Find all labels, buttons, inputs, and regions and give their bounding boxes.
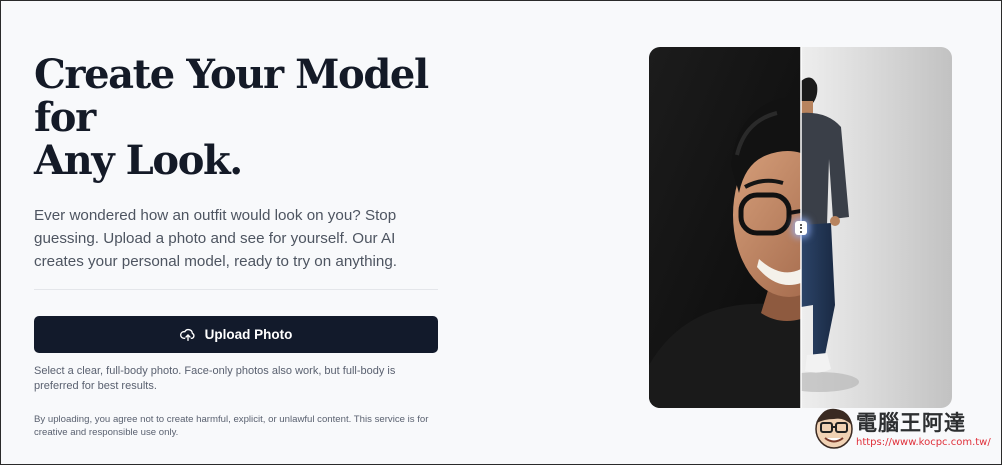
terms-notice: By uploading, you agree not to create ha…: [34, 414, 429, 438]
divider: [34, 289, 438, 290]
cloud-upload-icon: [179, 328, 196, 342]
mascot-logo-icon: [815, 408, 853, 449]
upload-hint: Select a clear, full-body photo. Face-on…: [34, 365, 396, 392]
hero-description: Ever wondered how an outfit would look o…: [34, 207, 398, 270]
watermark-title: 電腦王阿達: [856, 411, 966, 435]
hero-section: Create Your Model for Any Look. Ever won…: [34, 53, 438, 439]
before-after-comparison[interactable]: [649, 47, 952, 408]
title-line-1: Create Your Model for: [34, 51, 429, 141]
upload-photo-button[interactable]: Upload Photo: [34, 316, 438, 353]
title-line-2: Any Look.: [34, 137, 243, 184]
site-watermark: 電腦王阿達 https://www.kocpc.com.tw/: [812, 401, 998, 459]
page: Create Your Model for Any Look. Ever won…: [0, 0, 1002, 465]
vertical-dots-icon: [800, 223, 802, 233]
watermark-url: https://www.kocpc.com.tw/: [856, 437, 991, 448]
page-title: Create Your Model for Any Look.: [34, 53, 438, 182]
comparison-slider-handle[interactable]: [795, 221, 807, 235]
upload-photo-label: Upload Photo: [204, 327, 293, 342]
